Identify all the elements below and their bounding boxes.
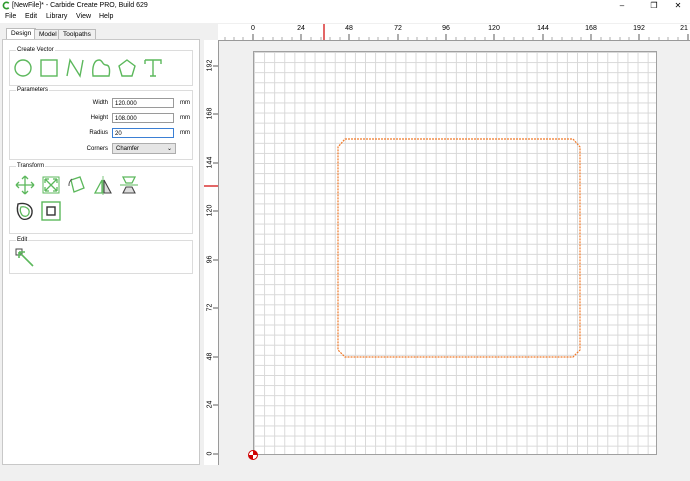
- chamfered-rectangle-shape[interactable]: [337, 138, 581, 358]
- canvas-overlay: [248, 138, 581, 460]
- origin-marker-icon: [248, 450, 258, 460]
- status-bar: [0, 466, 690, 481]
